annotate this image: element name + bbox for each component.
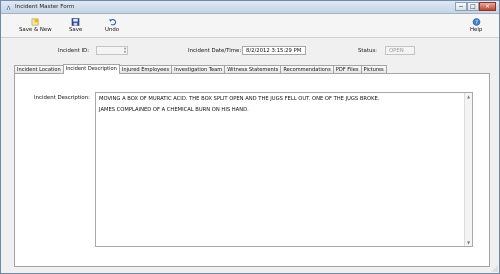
svg-text:?: ?: [475, 20, 478, 26]
incident-description-label: Incident Description:: [34, 95, 90, 101]
help-button[interactable]: ? Help: [470, 18, 482, 33]
toolbar: Save & New Save Undo ? Help: [1, 14, 499, 38]
scroll-down-icon[interactable]: ▼: [465, 239, 472, 246]
description-line: JAMES COMPLAINED OF A CHEMICAL BURN ON H…: [99, 107, 249, 113]
app-icon: [6, 5, 11, 10]
close-button[interactable]: ×: [479, 2, 496, 11]
maximize-button[interactable]: □: [467, 2, 479, 11]
incident-id-field[interactable]: ▲ ▼: [96, 46, 128, 55]
description-line: MOVING A BOX OF MURATIC ACID. THE BOX SP…: [99, 96, 380, 102]
undo-label: Undo: [105, 27, 120, 33]
save-button[interactable]: Save: [69, 18, 82, 33]
save-label: Save: [69, 27, 83, 33]
window-controls: − □ ×: [455, 2, 496, 12]
tab-incident-description[interactable]: Incident Description: [62, 64, 120, 74]
save-new-icon: [31, 18, 39, 26]
title-bar[interactable]: Incident Master Form − □ ×: [1, 1, 499, 14]
minimize-button[interactable]: −: [455, 2, 467, 11]
help-label: Help: [470, 27, 483, 33]
help-icon: ?: [472, 18, 480, 26]
spinner-arrows-icon[interactable]: ▲ ▼: [123, 47, 127, 54]
vertical-scrollbar[interactable]: ▲ ▼: [464, 93, 472, 246]
undo-arrow-icon: [108, 19, 116, 26]
window-title: Incident Master Form: [15, 4, 75, 10]
incident-id-label: Incident ID:: [58, 48, 90, 54]
incident-description-textarea[interactable]: MOVING A BOX OF MURATIC ACID. THE BOX SP…: [95, 92, 473, 247]
save-new-button[interactable]: Save & New: [19, 18, 52, 33]
floppy-disk-icon: [71, 18, 80, 26]
status-label: Status:: [358, 48, 377, 54]
undo-button[interactable]: Undo: [105, 18, 119, 33]
incident-datetime-label: Incident Date/Time:: [188, 48, 242, 54]
incident-master-form-window: Incident Master Form − □ × Save & New Sa…: [0, 0, 500, 274]
save-new-label: Save & New: [19, 27, 52, 33]
resize-grip-icon[interactable]: [492, 266, 498, 272]
status-field[interactable]: OPEN: [385, 46, 415, 55]
scroll-up-icon[interactable]: ▲: [465, 93, 472, 100]
incident-datetime-field[interactable]: 8/2/2012 3:15:29 PM: [242, 46, 306, 55]
